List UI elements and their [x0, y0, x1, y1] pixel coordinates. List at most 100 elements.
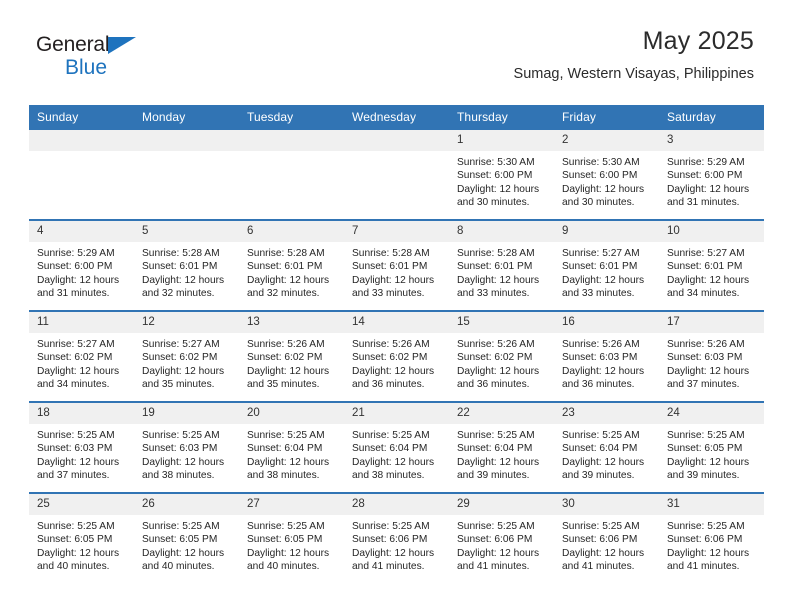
- day-number: 24: [659, 403, 764, 424]
- day-number: 6: [239, 221, 344, 242]
- calendar-day-cell[interactable]: 28 Sunrise: 5:25 AM Sunset: 6:06 PM Dayligh…: [344, 492, 449, 583]
- day-number: 4: [29, 221, 134, 242]
- sunset-text: Sunset: 6:04 PM: [352, 443, 428, 455]
- daylight-text: Daylight: 12 hours and 35 minutes.: [142, 365, 225, 391]
- day-details: Sunrise: 5:28 AM Sunset: 6:01 PM Daylight:…: [449, 242, 554, 301]
- day-details: Sunrise: 5:25 AM Sunset: 6:03 PM Daylight:…: [134, 424, 239, 483]
- calendar-day-cell[interactable]: 2 Sunrise: 5:30 AM Sunset: 6:00 PM Daylight…: [554, 130, 659, 220]
- day-details: Sunrise: 5:28 AM Sunset: 6:01 PM Daylight:…: [134, 242, 239, 301]
- daylight-text: Daylight: 12 hours and 41 minutes.: [457, 547, 540, 573]
- daylight-text: Daylight: 12 hours and 30 minutes.: [457, 183, 540, 209]
- sunset-text: Sunset: 6:05 PM: [142, 534, 218, 546]
- weekday-header-thursday: Thursday: [449, 105, 554, 130]
- day-number: 3: [659, 130, 764, 151]
- calendar-day-cell[interactable]: 25 Sunrise: 5:25 AM Sunset: 6:05 PM Dayligh…: [29, 492, 134, 583]
- sunrise-text: Sunrise: 5:25 AM: [457, 430, 535, 441]
- calendar-day-cell[interactable]: 10 Sunrise: 5:27 AM Sunset: 6:01 PM Dayligh…: [659, 219, 764, 311]
- sunrise-text: Sunrise: 5:29 AM: [37, 248, 115, 259]
- calendar-day-cell[interactable]: 8 Sunrise: 5:28 AM Sunset: 6:01 PM Daylight…: [449, 219, 554, 311]
- day-number: 8: [449, 221, 554, 242]
- day-number: 28: [344, 494, 449, 515]
- sunset-text: Sunset: 6:02 PM: [247, 352, 323, 364]
- daylight-text: Daylight: 12 hours and 41 minutes.: [667, 547, 750, 573]
- calendar-day-cell[interactable]: 1 Sunrise: 5:30 AM Sunset: 6:00 PM Daylight…: [449, 130, 554, 220]
- sunrise-text: Sunrise: 5:27 AM: [142, 339, 220, 350]
- sunrise-text: Sunrise: 5:25 AM: [667, 521, 745, 532]
- sunrise-text: Sunrise: 5:26 AM: [352, 339, 430, 350]
- location-subtitle: Sumag, Western Visayas, Philippines: [513, 65, 754, 82]
- day-details: Sunrise: 5:25 AM Sunset: 6:06 PM Daylight:…: [344, 515, 449, 574]
- sunset-text: Sunset: 6:05 PM: [37, 534, 113, 546]
- title-block: May 2025 Sumag, Western Visayas, Philipp…: [513, 27, 754, 83]
- page-title: May 2025: [642, 27, 754, 55]
- sunset-text: Sunset: 6:01 PM: [457, 261, 533, 273]
- calendar-day-cell[interactable]: 30 Sunrise: 5:25 AM Sunset: 6:06 PM Dayligh…: [554, 492, 659, 583]
- calendar-day-cell[interactable]: 6 Sunrise: 5:28 AM Sunset: 6:01 PM Daylight…: [239, 219, 344, 311]
- weekday-header-tuesday: Tuesday: [239, 105, 344, 130]
- sunset-text: Sunset: 6:03 PM: [667, 352, 743, 364]
- sunrise-text: Sunrise: 5:29 AM: [667, 157, 745, 168]
- calendar-day-cell[interactable]: 11 Sunrise: 5:27 AM Sunset: 6:02 PM Dayligh…: [29, 310, 134, 402]
- daylight-text: Daylight: 12 hours and 38 minutes.: [247, 456, 330, 482]
- day-details: Sunrise: 5:25 AM Sunset: 6:05 PM Daylight:…: [29, 515, 134, 574]
- daylight-text: Daylight: 12 hours and 33 minutes.: [352, 274, 435, 300]
- day-number: [134, 130, 239, 151]
- calendar-day-cell[interactable]: 15 Sunrise: 5:26 AM Sunset: 6:02 PM Dayligh…: [449, 310, 554, 402]
- calendar-day-cell[interactable]: 26 Sunrise: 5:25 AM Sunset: 6:05 PM Dayligh…: [134, 492, 239, 583]
- day-details: Sunrise: 5:29 AM Sunset: 6:00 PM Daylight:…: [659, 151, 764, 210]
- sunset-text: Sunset: 6:03 PM: [142, 443, 218, 455]
- day-number: 11: [29, 312, 134, 333]
- calendar-day-cell[interactable]: 18 Sunrise: 5:25 AM Sunset: 6:03 PM Dayligh…: [29, 401, 134, 493]
- sunrise-text: Sunrise: 5:25 AM: [562, 521, 640, 532]
- sunset-text: Sunset: 6:00 PM: [667, 170, 743, 182]
- day-number: 10: [659, 221, 764, 242]
- sunrise-text: Sunrise: 5:28 AM: [142, 248, 220, 259]
- day-number: 14: [344, 312, 449, 333]
- daylight-text: Daylight: 12 hours and 41 minutes.: [352, 547, 435, 573]
- sunset-text: Sunset: 6:04 PM: [562, 443, 638, 455]
- calendar-day-cell[interactable]: 31 Sunrise: 5:25 AM Sunset: 6:06 PM Dayligh…: [659, 492, 764, 583]
- daylight-text: Daylight: 12 hours and 34 minutes.: [37, 365, 120, 391]
- sunrise-text: Sunrise: 5:25 AM: [457, 521, 535, 532]
- daylight-text: Daylight: 12 hours and 37 minutes.: [37, 456, 120, 482]
- calendar-day-cell[interactable]: 22 Sunrise: 5:25 AM Sunset: 6:04 PM Dayligh…: [449, 401, 554, 493]
- daylight-text: Daylight: 12 hours and 36 minutes.: [352, 365, 435, 391]
- day-details: Sunrise: 5:27 AM Sunset: 6:01 PM Daylight:…: [554, 242, 659, 301]
- calendar-day-cell[interactable]: 20 Sunrise: 5:25 AM Sunset: 6:04 PM Dayligh…: [239, 401, 344, 493]
- calendar-day-cell[interactable]: 16 Sunrise: 5:26 AM Sunset: 6:03 PM Dayligh…: [554, 310, 659, 402]
- sunrise-text: Sunrise: 5:26 AM: [457, 339, 535, 350]
- day-number: 25: [29, 494, 134, 515]
- daylight-text: Daylight: 12 hours and 30 minutes.: [562, 183, 645, 209]
- sunrise-text: Sunrise: 5:26 AM: [667, 339, 745, 350]
- calendar-day-cell[interactable]: 5 Sunrise: 5:28 AM Sunset: 6:01 PM Daylight…: [134, 219, 239, 311]
- calendar-day-cell[interactable]: 21 Sunrise: 5:25 AM Sunset: 6:04 PM Dayligh…: [344, 401, 449, 493]
- calendar-day-cell[interactable]: 12 Sunrise: 5:27 AM Sunset: 6:02 PM Dayligh…: [134, 310, 239, 402]
- calendar-day-cell[interactable]: 7 Sunrise: 5:28 AM Sunset: 6:01 PM Daylight…: [344, 219, 449, 311]
- day-number: 5: [134, 221, 239, 242]
- sunset-text: Sunset: 6:06 PM: [352, 534, 428, 546]
- sunrise-text: Sunrise: 5:28 AM: [247, 248, 325, 259]
- daylight-text: Daylight: 12 hours and 33 minutes.: [457, 274, 540, 300]
- calendar-day-cell[interactable]: 9 Sunrise: 5:27 AM Sunset: 6:01 PM Daylight…: [554, 219, 659, 311]
- logo-triangle-icon: [108, 37, 136, 54]
- calendar-day-cell[interactable]: 3 Sunrise: 5:29 AM Sunset: 6:00 PM Daylight…: [659, 130, 764, 220]
- day-number: 12: [134, 312, 239, 333]
- calendar-day-cell[interactable]: 24 Sunrise: 5:25 AM Sunset: 6:05 PM Dayligh…: [659, 401, 764, 493]
- day-details: Sunrise: 5:25 AM Sunset: 6:05 PM Daylight:…: [659, 424, 764, 483]
- weekday-header-sunday: Sunday: [29, 105, 134, 130]
- calendar-day-cell[interactable]: 17 Sunrise: 5:26 AM Sunset: 6:03 PM Dayligh…: [659, 310, 764, 402]
- calendar-day-cell[interactable]: 27 Sunrise: 5:25 AM Sunset: 6:05 PM Dayligh…: [239, 492, 344, 583]
- calendar-day-cell[interactable]: 13 Sunrise: 5:26 AM Sunset: 6:02 PM Dayligh…: [239, 310, 344, 402]
- day-number: 7: [344, 221, 449, 242]
- daylight-text: Daylight: 12 hours and 32 minutes.: [247, 274, 330, 300]
- calendar-day-cell[interactable]: 19 Sunrise: 5:25 AM Sunset: 6:03 PM Dayligh…: [134, 401, 239, 493]
- calendar-day-cell[interactable]: 14 Sunrise: 5:26 AM Sunset: 6:02 PM Dayligh…: [344, 310, 449, 402]
- day-number: 16: [554, 312, 659, 333]
- calendar-day-cell[interactable]: 23 Sunrise: 5:25 AM Sunset: 6:04 PM Dayligh…: [554, 401, 659, 493]
- general-blue-logo[interactable]: General Blue: [36, 34, 136, 78]
- calendar-day-cell[interactable]: 29 Sunrise: 5:25 AM Sunset: 6:06 PM Dayligh…: [449, 492, 554, 583]
- calendar-day-cell[interactable]: 4 Sunrise: 5:29 AM Sunset: 6:00 PM Daylight…: [29, 219, 134, 311]
- day-number: 15: [449, 312, 554, 333]
- day-details: Sunrise: 5:25 AM Sunset: 6:05 PM Daylight:…: [134, 515, 239, 574]
- calendar-week-row: 4 Sunrise: 5:29 AM Sunset: 6:00 PM Daylight…: [29, 219, 764, 311]
